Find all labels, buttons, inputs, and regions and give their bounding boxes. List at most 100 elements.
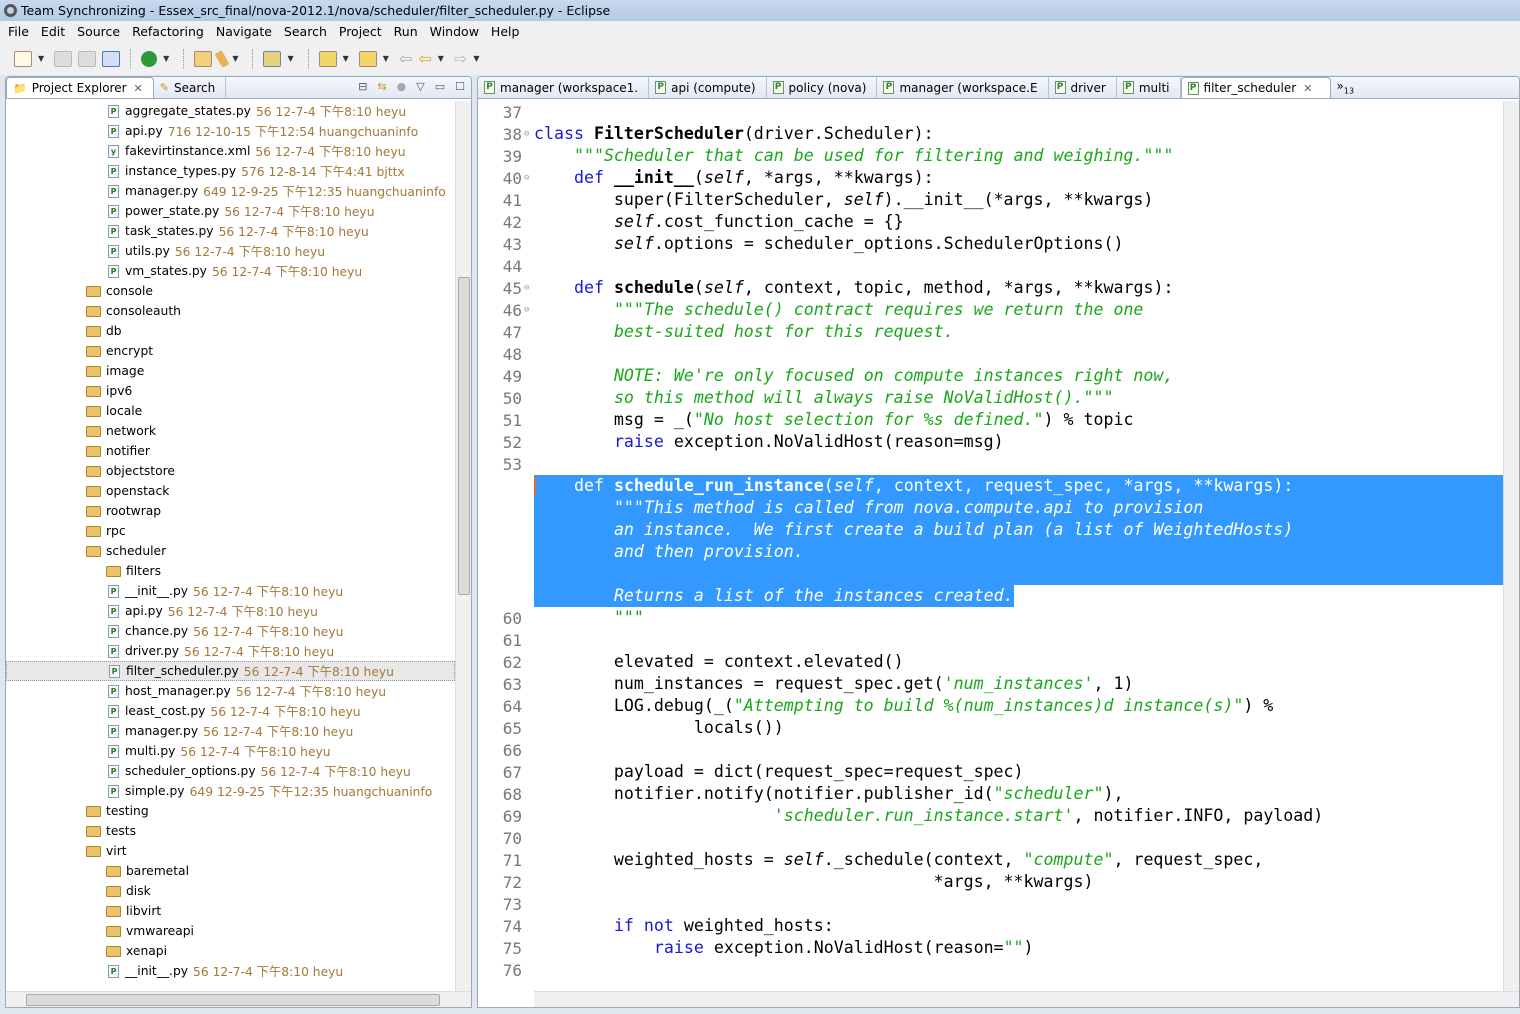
code-line[interactable]: 74 if not weighted_hosts: <box>478 915 1519 937</box>
tree-file[interactable]: Pmanager.py 56 12-7-4 下午8:10 heyu <box>6 721 455 741</box>
menu-edit[interactable]: Edit <box>35 24 71 39</box>
menu-navigate[interactable]: Navigate <box>210 24 278 39</box>
tree-file[interactable]: P __init__.py 56 12-7-4 下午8:10 heyu <box>6 581 455 601</box>
code-editor[interactable]: 37 38 ⊖ class FilterScheduler(driver.Schedu… <box>478 101 1519 991</box>
tab-overflow-button[interactable]: »13 <box>1331 79 1361 95</box>
tab-project-explorer[interactable]: 📁 Project Explorer ✕ <box>6 77 154 98</box>
editor-vertical-scrollbar[interactable] <box>1503 101 1519 991</box>
code-line[interactable]: 40 ⊖ def __init__(self, *args, **kwargs): <box>478 167 1519 189</box>
scrollbar-thumb[interactable] <box>458 277 470 595</box>
menu-help[interactable]: Help <box>485 24 526 39</box>
code-line[interactable]: 45 ⊖ def schedule(self, context, topic, m… <box>478 277 1519 299</box>
minimize-icon[interactable]: ▭ <box>435 80 445 93</box>
code-line[interactable]: 54 ⊖ def schedule_run_instance(self, cont… <box>478 475 1519 497</box>
tree-file[interactable]: Pfilter_scheduler.py 56 12-7-4 下午8:10 hey… <box>6 661 455 681</box>
editor-horizontal-scrollbar[interactable] <box>534 991 1519 1007</box>
tree-folder[interactable]: baremetal <box>6 861 455 881</box>
tree-file[interactable]: Ppower_state.py 56 12-7-4 下午8:10 heyu <box>6 201 455 221</box>
tree-folder[interactable]: rootwrap <box>6 501 455 521</box>
collapse-all-icon[interactable]: ⊟ <box>358 80 367 93</box>
editor-tab[interactable]: Papi (compute) <box>649 77 767 98</box>
back-dropdown[interactable]: ▼ <box>438 54 444 63</box>
tree-file[interactable]: Pvm_states.py 56 12-7-4 下午8:10 heyu <box>6 261 455 281</box>
open-folder-icon[interactable] <box>194 50 213 67</box>
code-line[interactable]: 67 payload = dict(request_spec=request_s… <box>478 761 1519 783</box>
code-line[interactable]: 50 so this method will always raise NoVa… <box>478 387 1519 409</box>
tree-file[interactable]: Pinstance_types.py 576 12-8-14 下午4:41 bjt… <box>6 161 455 181</box>
code-line[interactable]: 46 ⊖ """The schedule() contract requires … <box>478 299 1519 321</box>
next-annotation-dropdown[interactable]: ▼ <box>343 54 349 63</box>
search-flashlight-icon[interactable] <box>214 49 230 68</box>
tree-folder[interactable]: objectstore <box>6 461 455 481</box>
tree-file[interactable]: Pleast_cost.py 56 12-7-4 下午8:10 heyu <box>6 701 455 721</box>
tree-folder[interactable]: vmwareapi <box>6 921 455 941</box>
code-line[interactable]: 55 ⊖ """This method is called from nova.c… <box>478 497 1519 519</box>
tree-file[interactable]: Paggregate_states.py 56 12-7-4 下午8:10 hey… <box>6 101 455 121</box>
scrollbar-thumb[interactable] <box>26 994 440 1006</box>
editor-tab[interactable]: Pmanager (workspace.E <box>877 77 1049 98</box>
tree-folder[interactable]: encrypt <box>6 341 455 361</box>
code-line[interactable]: 42 self.cost_function_cache = {} <box>478 211 1519 233</box>
run-icon[interactable] <box>141 50 158 67</box>
last-edit-icon[interactable]: ⇦ <box>399 49 412 68</box>
previous-annotation-icon[interactable] <box>358 50 377 67</box>
sync-icon[interactable] <box>263 50 282 67</box>
code-line[interactable]: 71 weighted_hosts = self._schedule(conte… <box>478 849 1519 871</box>
tree-file[interactable]: Pchance.py 56 12-7-4 下午8:10 heyu <box>6 621 455 641</box>
code-line[interactable]: 60 """ <box>478 607 1519 629</box>
tab-search[interactable]: ✎ Search <box>154 77 227 98</box>
editor-tab[interactable]: Pfilter_scheduler ✕ <box>1180 77 1331 98</box>
code-line[interactable]: 76 <box>478 959 1519 981</box>
tree-folder[interactable]: virt <box>6 841 455 861</box>
code-line[interactable]: 37 <box>478 101 1519 123</box>
menu-run[interactable]: Run <box>388 24 424 39</box>
search-dropdown[interactable]: ▼ <box>232 54 238 63</box>
save-icon[interactable] <box>54 50 73 67</box>
tree-folder[interactable]: tests <box>6 821 455 841</box>
tree-folder[interactable]: ipv6 <box>6 381 455 401</box>
tree-file[interactable]: Putils.py 56 12-7-4 下午8:10 heyu <box>6 241 455 261</box>
menu-search[interactable]: Search <box>278 24 333 39</box>
tree-folder[interactable]: consoleauth <box>6 301 455 321</box>
back-icon[interactable]: ⇦ <box>418 49 431 68</box>
code-line[interactable]: 52 raise exception.NoValidHost(reason=ms… <box>478 431 1519 453</box>
tree-file[interactable]: y fakevirtinstance.xml 56 12-7-4 下午8:10 he… <box>6 141 455 161</box>
tree-folder[interactable]: rpc <box>6 521 455 541</box>
menu-project[interactable]: Project <box>333 24 388 39</box>
tree-folder[interactable]: testing <box>6 801 455 821</box>
tree-file[interactable]: Pmanager.py 649 12-9-25 下午12:35 huangchua… <box>6 181 455 201</box>
tree-folder[interactable]: notifier <box>6 441 455 461</box>
tree-file[interactable]: Phost_manager.py 56 12-7-4 下午8:10 heyu <box>6 681 455 701</box>
code-line[interactable]: 62 elevated = context.elevated() <box>478 651 1519 673</box>
forward-icon[interactable]: ⇨ <box>454 49 467 68</box>
code-line[interactable]: 41 super(FilterScheduler, self).__init__… <box>478 189 1519 211</box>
editor-tab[interactable]: Ppolicy (nova) <box>767 77 878 98</box>
tree-folder[interactable]: disk <box>6 881 455 901</box>
tree-file[interactable]: Ptask_states.py 56 12-7-4 下午8:10 heyu <box>6 221 455 241</box>
tree-folder[interactable]: scheduler <box>6 541 455 561</box>
code-line[interactable]: 65 locals()) <box>478 717 1519 739</box>
code-line[interactable]: 61 <box>478 629 1519 651</box>
tree-folder[interactable]: console <box>6 281 455 301</box>
code-line[interactable]: 56 an instance. We first create a build … <box>478 519 1519 541</box>
tree-folder[interactable]: libvirt <box>6 901 455 921</box>
save-all-icon[interactable] <box>78 50 97 67</box>
filters-icon[interactable]: ● <box>397 80 407 93</box>
menu-refactoring[interactable]: Refactoring <box>126 24 210 39</box>
tree-file[interactable]: Pdriver.py 56 12-7-4 下午8:10 heyu <box>6 641 455 661</box>
tree-file[interactable]: Pmulti.py 56 12-7-4 下午8:10 heyu <box>6 741 455 761</box>
tree-horizontal-scrollbar[interactable] <box>6 991 471 1007</box>
menu-window[interactable]: Window <box>424 24 485 39</box>
tree-folder[interactable]: image <box>6 361 455 381</box>
tree-file[interactable]: Psimple.py 649 12-9-25 下午12:35 huangchuan… <box>6 781 455 801</box>
editor-tab[interactable]: Pdriver <box>1049 77 1117 98</box>
tree-folder[interactable]: db <box>6 321 455 341</box>
menu-source[interactable]: Source <box>71 24 126 39</box>
maximize-icon[interactable]: ☐ <box>455 80 465 93</box>
close-icon[interactable]: ✕ <box>134 82 143 95</box>
run-dropdown[interactable]: ▼ <box>163 54 169 63</box>
tree-vertical-scrollbar[interactable] <box>455 101 471 991</box>
code-line[interactable]: 64 LOG.debug(_("Attempting to build %(nu… <box>478 695 1519 717</box>
tree-file[interactable]: Pscheduler_options.py 56 12-7-4 下午8:10 he… <box>6 761 455 781</box>
code-line[interactable]: 47 best-suited host for this request. <box>478 321 1519 343</box>
